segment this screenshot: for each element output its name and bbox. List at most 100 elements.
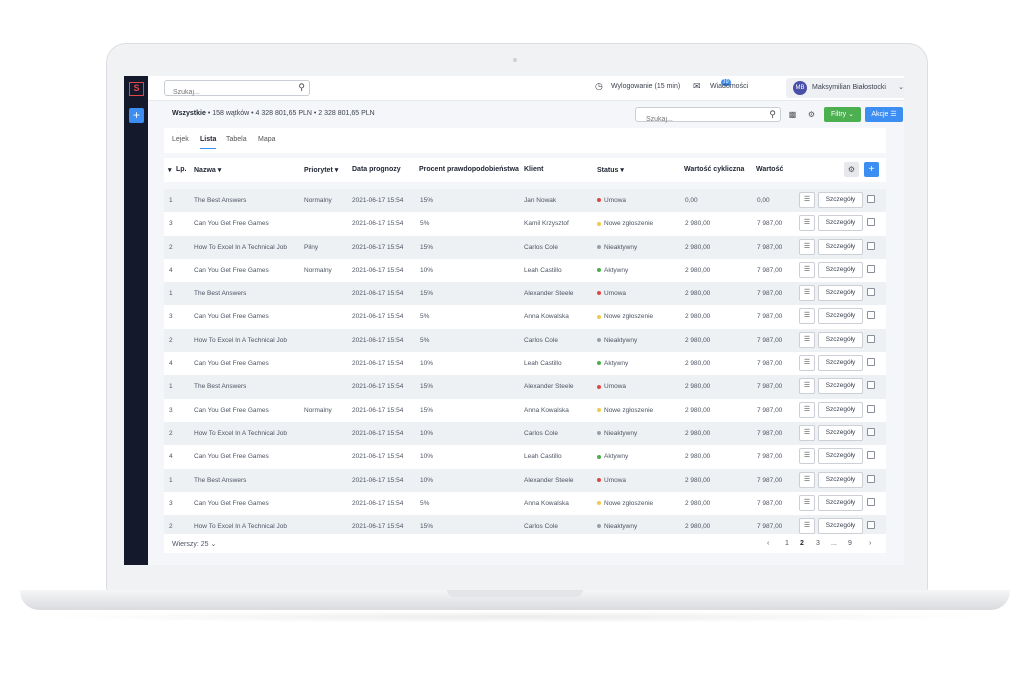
col-value[interactable]: Wartość [756,166,783,173]
chart-icon[interactable]: ▩ [785,107,800,122]
table-row[interactable]: 4 Can You Get Free Games 2021-06-17 15:54 1… [164,352,886,376]
row-checkbox[interactable] [867,427,875,436]
row-menu-icon[interactable]: ☰ [799,401,815,418]
page-3[interactable]: 3 [816,540,820,547]
details-button[interactable]: Szczegóły [818,355,863,372]
details-button[interactable]: Szczegóły [818,285,863,302]
col-priority[interactable]: Priorytet ▾ [304,166,338,174]
actions-button[interactable]: Akcje ☰ [865,107,903,122]
row-checkbox[interactable] [867,334,875,343]
row-checkbox[interactable] [867,264,875,273]
search-icon[interactable]: ⚲ [769,109,776,120]
row-menu-icon[interactable]: ☰ [799,215,815,232]
details-button[interactable]: Szczegóły [818,401,863,418]
row-menu-icon[interactable]: ☰ [799,378,815,395]
table-row[interactable]: 1 The Best Answers 2021-06-17 15:54 15% Alex… [164,375,886,399]
col-date[interactable]: Data prognozy [352,166,401,173]
table-row[interactable]: 3 Can You Get Free Games 2021-06-17 15:54 5… [164,212,886,236]
page-9[interactable]: 9 [848,540,852,547]
table-row[interactable]: 3 Can You Get Free Games 2021-06-17 15:54 5… [164,305,886,329]
details-button[interactable]: Szczegóły [818,238,863,255]
search-input[interactable] [165,85,285,100]
table-row[interactable]: 2 How To Excel In A Technical Job 2021-06-… [164,328,886,353]
col-percent[interactable]: Procent prawdopodobieństwa [419,166,519,173]
all-filter-label[interactable]: Wszystkie [172,110,206,117]
row-checkbox[interactable] [867,195,875,203]
mail-icon[interactable]: ✉ [693,81,701,92]
column-settings-icon[interactable]: ⚙ [844,162,859,177]
row-checkbox[interactable] [867,311,875,320]
page-2[interactable]: 2 [800,540,804,547]
rows-per-page[interactable]: Wierszy: 25 ⌄ [172,540,216,548]
table-row[interactable]: 4 Can You Get Free Games Normalny 2021-06-1… [164,258,886,283]
details-button[interactable]: Szczegóły [818,261,863,278]
col-cyclic[interactable]: Wartość cykliczna [684,166,744,173]
table-row[interactable]: 1 The Best Answers 2021-06-17 15:54 10% Alex… [164,468,886,492]
table-row[interactable]: 2 How To Excel In A Technical Job Pilny 202… [164,235,886,259]
details-button[interactable]: Szczegóły [818,448,863,465]
page-1[interactable]: 1 [785,540,789,547]
details-button[interactable]: Szczegóły [818,494,863,511]
row-menu-icon[interactable]: ☰ [799,448,815,465]
row-checkbox[interactable] [867,358,875,367]
details-button[interactable]: Szczegóły [818,192,863,208]
row-menu-icon[interactable]: ☰ [799,494,815,511]
row-menu-icon[interactable]: ☰ [799,424,815,441]
search-icon[interactable]: ⚲ [298,82,305,93]
row-checkbox[interactable] [867,381,875,390]
list-search[interactable]: ⚲ [635,107,781,126]
row-menu-icon[interactable]: ☰ [799,192,815,208]
settings-icon[interactable]: ⚙ [804,107,819,122]
add-row-button[interactable]: + [864,162,879,177]
list-search-input[interactable] [636,113,756,126]
row-menu-icon[interactable]: ☰ [799,331,815,348]
row-menu-icon[interactable]: ☰ [799,471,815,488]
row-checkbox[interactable] [867,218,875,227]
row-checkbox[interactable] [867,404,875,413]
col-status[interactable]: Status ▾ [597,166,624,174]
messages-link[interactable]: Wiadomości [710,83,748,90]
table-row[interactable]: 1 The Best Answers 2021-06-17 15:54 15% Alex… [164,282,886,306]
details-button[interactable]: Szczegóły [818,471,863,488]
details-button[interactable]: Szczegóły [818,215,863,232]
cell-percent: 5% [420,336,430,344]
prev-page-icon[interactable]: ‹ [767,540,769,547]
global-search[interactable]: ⚲ [164,80,310,100]
details-button[interactable]: Szczegóły [818,424,863,441]
row-menu-icon[interactable]: ☰ [799,308,815,325]
app-logo-icon[interactable]: S [129,82,144,96]
filters-button[interactable]: Filtry ⌄ [824,107,861,122]
next-page-icon[interactable]: › [869,540,871,547]
row-checkbox[interactable] [867,521,875,530]
sort-icon[interactable]: ▾ [168,166,172,174]
row-menu-icon[interactable]: ☰ [799,261,815,278]
tab-mapa[interactable]: Mapa [258,136,276,143]
col-name[interactable]: Nazwa ▾ [194,166,221,174]
table-row[interactable]: 3 Can You Get Free Games Normalny 2021-06-1… [164,398,886,422]
col-lp[interactable]: Lp. [176,166,187,173]
row-menu-icon[interactable]: ☰ [799,285,815,302]
details-button[interactable]: Szczegóły [818,378,863,395]
row-checkbox[interactable] [867,288,875,297]
row-checkbox[interactable] [867,474,875,483]
row-checkbox[interactable] [867,241,875,250]
table-row[interactable]: 3 Can You Get Free Games 2021-06-17 15:54 5… [164,491,886,516]
tab-lejek[interactable]: Lejek [172,136,189,143]
row-checkbox[interactable] [867,451,875,460]
table-row[interactable]: 1 The Best Answers Normalny 2021-06-17 15:5… [164,189,886,213]
col-client[interactable]: Klient [524,166,543,173]
logout-timer[interactable]: Wylogowanie (15 min) [611,83,680,90]
row-menu-icon[interactable]: ☰ [799,238,815,255]
add-icon[interactable]: + [129,108,144,123]
details-button[interactable]: Szczegóły [818,308,863,325]
row-checkbox[interactable] [867,497,875,506]
row-menu-icon[interactable]: ☰ [799,518,815,535]
table-row[interactable]: 2 How To Excel In A Technical Job 2021-06-… [164,421,886,446]
tab-tabela[interactable]: Tabela [226,136,247,143]
row-menu-icon[interactable]: ☰ [799,355,815,372]
details-button[interactable]: Szczegóły [818,331,863,348]
tab-lista[interactable]: Lista [200,136,217,149]
details-button[interactable]: Szczegóły [818,518,863,535]
user-menu[interactable]: MB Maksymilian Białostocki ⌄ [786,78,904,98]
table-row[interactable]: 4 Can You Get Free Games 2021-06-17 15:54 1… [164,445,886,469]
